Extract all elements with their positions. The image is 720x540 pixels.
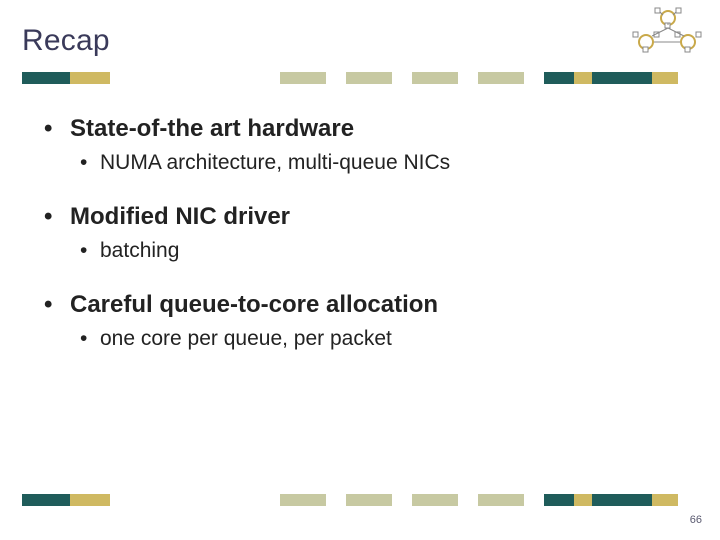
bullet-level2: one core per queue, per packet: [100, 327, 680, 351]
bullet-level2: batching: [100, 239, 680, 263]
slide-title: Recap: [22, 24, 110, 58]
bullet-level1: State-of-the art hardware: [70, 115, 680, 143]
numa-cluster-icon: [628, 6, 708, 56]
bullet-level1: Careful queue-to-core allocation: [70, 291, 680, 319]
bullet-level2: NUMA architecture, multi-queue NICs: [100, 151, 680, 175]
decorative-bar-bottom: [22, 494, 678, 506]
page-number: 66: [690, 514, 702, 526]
bullet-level1: Modified NIC driver: [70, 203, 680, 231]
decorative-bar-top: [22, 72, 678, 84]
slide-body: State-of-the art hardware NUMA architect…: [70, 115, 680, 351]
